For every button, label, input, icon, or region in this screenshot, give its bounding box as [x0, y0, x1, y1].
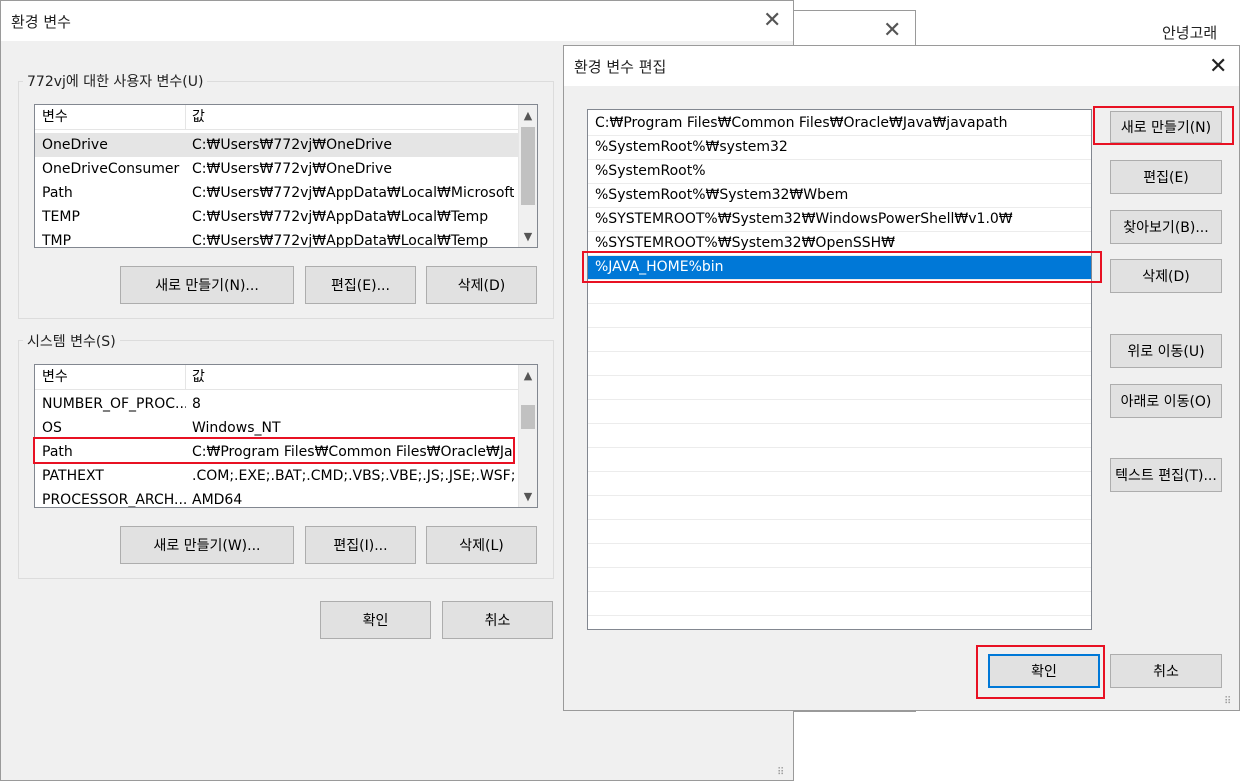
env-dialog-title: 환경 변수 [11, 13, 71, 31]
cancel-button[interactable]: 취소 [442, 601, 553, 639]
vertical-scrollbar[interactable]: ▲ ▼ [518, 365, 537, 507]
scroll-thumb[interactable] [521, 405, 535, 429]
column-header-value[interactable]: 값 [192, 105, 205, 129]
path-entry[interactable]: C:₩Program Files₩Common Files₩Oracle₩Jav… [588, 112, 1091, 136]
empty-entry-row[interactable] [588, 328, 1091, 352]
column-header-variable[interactable]: 변수 [42, 365, 68, 389]
scroll-up-icon[interactable]: ▲ [519, 109, 537, 122]
system-delete-button[interactable]: 삭제(L) [426, 526, 537, 564]
column-header-variable[interactable]: 변수 [42, 105, 68, 129]
system-variables-label: 시스템 변수(S) [23, 331, 120, 351]
table-row[interactable]: NUMBER_OF_PROC... 8 [35, 392, 519, 416]
path-entry[interactable]: %SYSTEMROOT%₩System32₩WindowsPowerShell₩… [588, 208, 1091, 232]
empty-entry-row[interactable] [588, 280, 1091, 304]
table-row[interactable]: TMP C:₩Users₩772vj₩AppData₩Local₩Temp [35, 229, 519, 247]
user-new-button[interactable]: 새로 만들기(N)... [120, 266, 294, 304]
edit-dialog-title: 환경 변수 편집 [574, 58, 667, 76]
user-name-label: 안녕고래 [1162, 24, 1218, 42]
empty-entry-row[interactable] [588, 400, 1091, 424]
edit-dialog-titlebar: 환경 변수 편집 ✕ [564, 46, 1239, 86]
edit-cancel-button[interactable]: 취소 [1110, 654, 1222, 688]
column-header-value[interactable]: 값 [192, 365, 205, 389]
path-entry[interactable]: %SystemRoot% [588, 160, 1091, 184]
list-header: 변수 값 [35, 105, 519, 130]
ok-button-highlight [976, 645, 1105, 699]
edit-edit-button[interactable]: 편집(E) [1110, 160, 1222, 194]
table-row[interactable]: TEMP C:₩Users₩772vj₩AppData₩Local₩Temp [35, 205, 519, 229]
empty-entry-row[interactable] [588, 544, 1091, 568]
resize-grip-icon[interactable]: ⠿ [777, 767, 785, 778]
empty-entry-row[interactable] [588, 448, 1091, 472]
table-row[interactable]: OneDrive C:₩Users₩772vj₩OneDrive [35, 133, 519, 157]
ok-button[interactable]: 확인 [320, 601, 431, 639]
edit-delete-button[interactable]: 삭제(D) [1110, 259, 1222, 293]
scroll-up-icon[interactable]: ▲ [519, 369, 537, 382]
empty-entry-row[interactable] [588, 472, 1091, 496]
close-icon[interactable]: ✕ [883, 20, 901, 42]
system-new-button[interactable]: 새로 만들기(W)... [120, 526, 294, 564]
move-down-button[interactable]: 아래로 이동(O) [1110, 384, 1222, 418]
empty-entry-row[interactable] [588, 592, 1091, 616]
empty-entry-row[interactable] [588, 496, 1091, 520]
table-row[interactable]: PATHEXT .COM;.EXE;.BAT;.CMD;.VBS;.VBE;.J… [35, 464, 519, 488]
close-icon[interactable]: ✕ [763, 10, 781, 32]
close-icon[interactable]: ✕ [1209, 56, 1227, 78]
empty-entry-row[interactable] [588, 352, 1091, 376]
table-row[interactable]: Path C:₩Users₩772vj₩AppData₩Local₩Micros… [35, 181, 519, 205]
empty-entry-row[interactable] [588, 520, 1091, 544]
path-row-highlight [33, 437, 515, 464]
user-variables-label: 772vj에 대한 사용자 변수(U) [23, 71, 208, 91]
scroll-down-icon[interactable]: ▼ [519, 230, 537, 243]
table-row[interactable]: PROCESSOR_ARCH... AMD64 [35, 488, 519, 507]
path-entry[interactable]: %SystemRoot%₩System32₩Wbem [588, 184, 1091, 208]
path-entries-list[interactable]: C:₩Program Files₩Common Files₩Oracle₩Jav… [587, 109, 1092, 630]
move-up-button[interactable]: 위로 이동(U) [1110, 334, 1222, 368]
system-variables-list[interactable]: 변수 값 NUMBER_OF_PROC... 8 OS Windows_NT P… [34, 364, 538, 508]
resize-grip-icon[interactable]: ⠿ [1224, 696, 1232, 707]
empty-entry-row[interactable] [588, 304, 1091, 328]
user-delete-button[interactable]: 삭제(D) [426, 266, 537, 304]
edit-text-button[interactable]: 텍스트 편집(T)... [1110, 458, 1222, 492]
scroll-thumb[interactable] [521, 127, 535, 205]
new-button-highlight [1093, 106, 1234, 145]
table-row[interactable]: OneDriveConsumer C:₩Users₩772vj₩OneDrive [35, 157, 519, 181]
system-edit-button[interactable]: 편집(I)... [305, 526, 416, 564]
user-variables-list[interactable]: 변수 값 OneDrive C:₩Users₩772vj₩OneDrive On… [34, 104, 538, 248]
empty-entry-row[interactable] [588, 568, 1091, 592]
list-header: 변수 값 [35, 365, 519, 390]
java-home-entry-highlight [582, 251, 1102, 283]
vertical-scrollbar[interactable]: ▲ ▼ [518, 105, 537, 247]
empty-entry-row[interactable] [588, 376, 1091, 400]
scroll-down-icon[interactable]: ▼ [519, 490, 537, 503]
path-entry[interactable]: %SystemRoot%₩system32 [588, 136, 1091, 160]
user-edit-button[interactable]: 편집(E)... [305, 266, 416, 304]
empty-entry-row[interactable] [588, 424, 1091, 448]
browse-button[interactable]: 찾아보기(B)... [1110, 210, 1222, 244]
env-dialog-titlebar: 환경 변수 ✕ [1, 1, 793, 41]
entries-container: C:₩Program Files₩Common Files₩Oracle₩Jav… [588, 112, 1091, 629]
